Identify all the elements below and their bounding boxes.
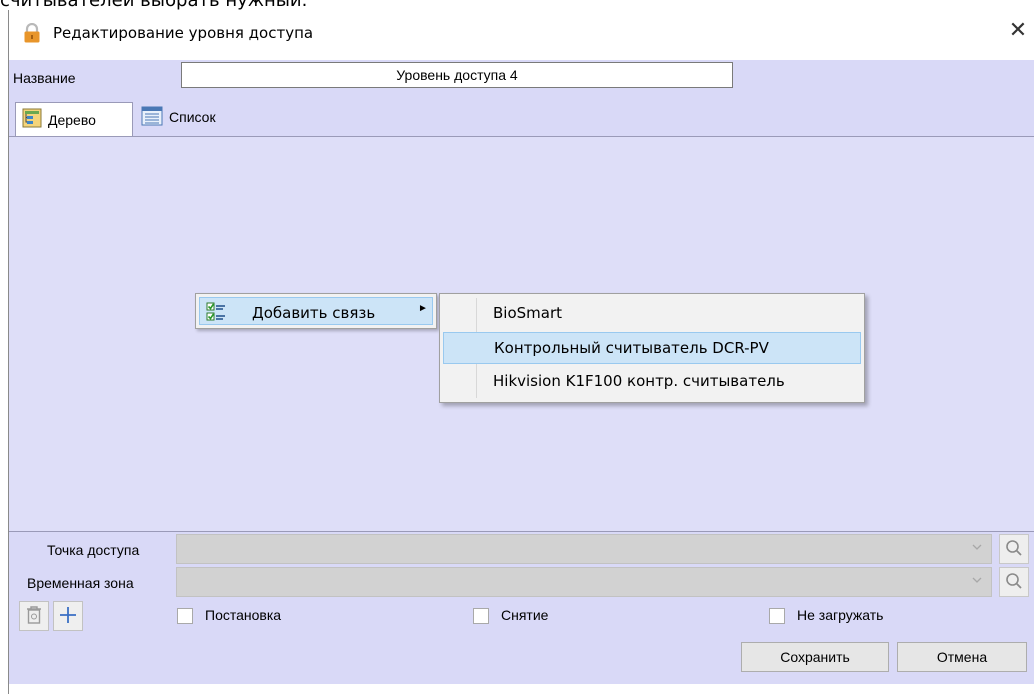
name-label: Название xyxy=(13,70,76,86)
submenu: BioSmart Контрольный считыватель DCR-PV … xyxy=(439,293,865,403)
search-icon xyxy=(1005,539,1023,560)
search-icon xyxy=(1005,572,1023,593)
add-link-icon xyxy=(206,302,226,325)
add-button[interactable] xyxy=(53,601,83,631)
tab-tree[interactable]: Дерево xyxy=(15,102,133,136)
time-zone-select[interactable] xyxy=(176,567,992,597)
menu-item-add-link-label: Добавить связь xyxy=(252,304,376,322)
submenu-arrow-icon: ► xyxy=(418,303,428,314)
tab-list-label: Список xyxy=(169,109,216,125)
submenu-item-hikvision[interactable]: Hikvision K1F100 контр. считыватель xyxy=(443,366,861,398)
list-view-icon xyxy=(141,106,163,129)
access-point-search-button[interactable] xyxy=(999,534,1029,564)
time-zone-search-button[interactable] xyxy=(999,567,1029,597)
plus-icon xyxy=(59,606,77,627)
checkbox-no-load-label: Не загружать xyxy=(797,607,884,623)
menu-item-add-link[interactable]: Добавить связь ► xyxy=(199,297,433,325)
delete-button[interactable] xyxy=(19,601,49,631)
time-zone-label: Временная зона xyxy=(27,575,134,591)
checkbox-disarm-label: Снятие xyxy=(501,607,549,623)
save-button[interactable]: Сохранить xyxy=(741,642,889,672)
trash-icon xyxy=(25,605,43,628)
checkbox-arm-label: Постановка xyxy=(205,607,282,623)
tab-list[interactable]: Список xyxy=(135,102,245,132)
chevron-down-icon xyxy=(971,541,983,556)
name-input[interactable]: Уровень доступа 4 xyxy=(181,62,733,88)
chevron-down-icon xyxy=(971,574,983,589)
submenu-item-dcr-pv[interactable]: Контрольный считыватель DCR-PV xyxy=(443,332,861,364)
cancel-button[interactable]: Отмена xyxy=(897,642,1027,672)
access-point-select[interactable] xyxy=(176,534,992,564)
tree-view-icon xyxy=(22,108,42,131)
access-level-dialog: Редактирование уровня доступа ✕ Название… xyxy=(8,10,1034,694)
checkbox-disarm[interactable] xyxy=(473,608,489,624)
checkbox-arm[interactable] xyxy=(177,608,193,624)
close-button[interactable]: ✕ xyxy=(1003,16,1033,46)
lock-icon xyxy=(23,22,41,46)
submenu-item-biosmart[interactable]: BioSmart xyxy=(443,298,861,330)
tab-tree-label: Дерево xyxy=(48,111,96,128)
checkbox-no-load[interactable] xyxy=(769,608,785,624)
access-point-label: Точка доступа xyxy=(47,542,140,558)
dialog-title: Редактирование уровня доступа xyxy=(53,24,314,42)
title-bar: Редактирование уровня доступа ✕ xyxy=(9,10,1034,58)
context-menu: Добавить связь ► xyxy=(195,293,437,329)
